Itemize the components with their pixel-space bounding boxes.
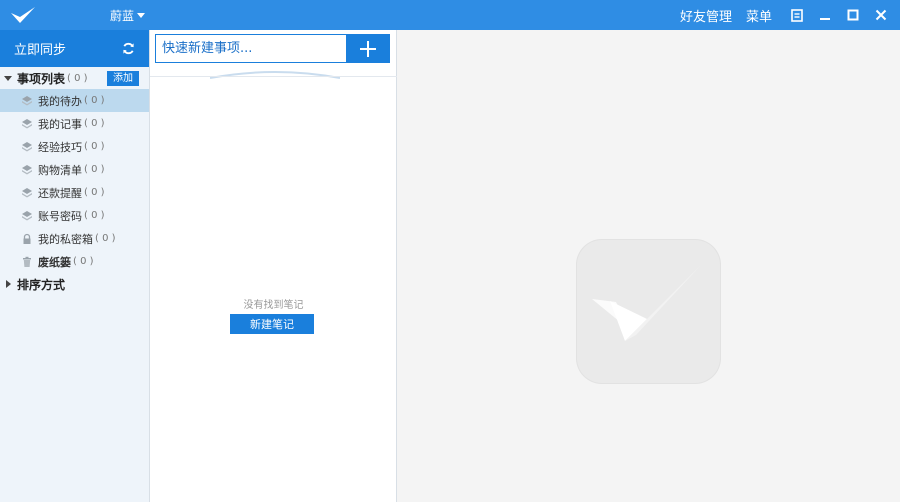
layers-icon bbox=[20, 209, 33, 222]
sync-button[interactable]: 立即同步 bbox=[0, 30, 149, 67]
expand-down-icon bbox=[4, 75, 12, 81]
skin-selector[interactable]: 蔚蓝 bbox=[110, 7, 146, 24]
chevron-down-icon bbox=[137, 13, 146, 18]
title-bar: 蔚蓝 好友管理 菜单 bbox=[0, 0, 900, 30]
titlebar-controls: 好友管理 菜单 bbox=[680, 0, 892, 30]
expand-right-icon bbox=[6, 280, 11, 288]
sidebar: 立即同步 事项列表 ( 0 ) 添加 我的待办 ( 0 ) 我的记事 ( 0 )… bbox=[0, 30, 150, 502]
menu-link[interactable]: 菜单 bbox=[746, 6, 772, 25]
list-divider bbox=[150, 76, 397, 77]
sidebar-item-tips[interactable]: 经验技巧 ( 0 ) bbox=[0, 135, 149, 158]
close-icon bbox=[875, 9, 887, 21]
note-view-button[interactable] bbox=[786, 4, 808, 26]
sidebar-item-count: ( 0 ) bbox=[84, 187, 105, 198]
close-button[interactable] bbox=[870, 4, 892, 26]
notebook-icon bbox=[791, 8, 803, 22]
sidebar-item-passwords[interactable]: 账号密码 ( 0 ) bbox=[0, 204, 149, 227]
sidebar-item-label: 我的待办 bbox=[38, 94, 82, 108]
sidebar-item-count: ( 0 ) bbox=[84, 141, 105, 152]
trash-icon bbox=[20, 255, 33, 268]
friends-manage-link[interactable]: 好友管理 bbox=[680, 6, 732, 25]
sort-label: 排序方式 bbox=[17, 277, 66, 292]
sidebar-item-count: ( 0 ) bbox=[84, 95, 105, 106]
minimize-button[interactable] bbox=[814, 4, 836, 26]
sidebar-item-count: ( 0 ) bbox=[95, 233, 116, 244]
layers-icon bbox=[20, 163, 33, 176]
quick-add-button[interactable] bbox=[346, 35, 389, 62]
divider-wave bbox=[210, 71, 340, 79]
sidebar-item-repayment[interactable]: 还款提醒 ( 0 ) bbox=[0, 181, 149, 204]
quick-add-bar bbox=[155, 34, 390, 63]
minimize-icon bbox=[820, 18, 830, 20]
sidebar-item-todo[interactable]: 我的待办 ( 0 ) bbox=[0, 89, 149, 112]
sidebar-item-label: 还款提醒 bbox=[38, 186, 82, 200]
refresh-icon bbox=[123, 42, 134, 55]
app-logo-icon bbox=[11, 7, 35, 23]
sidebar-item-count: ( 0 ) bbox=[84, 118, 105, 129]
sidebar-item-label: 我的私密箱 bbox=[38, 232, 93, 246]
list-count: ( 0 ) bbox=[67, 72, 88, 84]
sidebar-item-count: ( 0 ) bbox=[84, 164, 105, 175]
new-note-button[interactable]: 新建笔记 bbox=[230, 314, 314, 334]
sidebar-item-private-box[interactable]: 我的私密箱 ( 0 ) bbox=[0, 227, 149, 250]
sidebar-item-label: 经验技巧 bbox=[38, 140, 82, 154]
sidebar-item-label: 购物清单 bbox=[38, 163, 82, 177]
plus-icon bbox=[359, 40, 376, 57]
add-list-button[interactable]: 添加 bbox=[107, 70, 139, 86]
list-section-header[interactable]: 事项列表 ( 0 ) 添加 bbox=[0, 67, 149, 89]
sidebar-item-label: 我的记事 bbox=[38, 117, 82, 131]
quick-add-input[interactable] bbox=[156, 35, 346, 62]
sync-label: 立即同步 bbox=[14, 43, 67, 58]
sidebar-item-shopping[interactable]: 购物清单 ( 0 ) bbox=[0, 158, 149, 181]
layers-icon bbox=[20, 186, 33, 199]
maximize-icon bbox=[847, 9, 859, 21]
sidebar-item-notes[interactable]: 我的记事 ( 0 ) bbox=[0, 112, 149, 135]
sidebar-item-count: ( 0 ) bbox=[84, 210, 105, 221]
sidebar-item-label: 账号密码 bbox=[38, 209, 82, 223]
sidebar-item-count: ( 0 ) bbox=[73, 256, 94, 267]
note-detail-pane bbox=[397, 30, 900, 502]
note-list-pane: 没有找到笔记 新建笔记 bbox=[150, 30, 397, 502]
sort-section-header[interactable]: 排序方式 bbox=[0, 273, 149, 295]
sidebar-item-label: 废纸篓 bbox=[38, 255, 71, 269]
placeholder-logo bbox=[576, 239, 721, 384]
lock-icon bbox=[20, 232, 33, 245]
maximize-button[interactable] bbox=[842, 4, 864, 26]
layers-icon bbox=[20, 140, 33, 153]
layers-icon bbox=[20, 117, 33, 130]
empty-state-text: 没有找到笔记 bbox=[243, 300, 304, 311]
sidebar-item-trash[interactable]: 废纸篓 ( 0 ) bbox=[0, 250, 149, 273]
skin-label: 蔚蓝 bbox=[110, 9, 135, 23]
layers-icon bbox=[20, 94, 33, 107]
list-title: 事项列表 bbox=[17, 71, 66, 86]
checkmark-logo-icon bbox=[592, 265, 701, 341]
